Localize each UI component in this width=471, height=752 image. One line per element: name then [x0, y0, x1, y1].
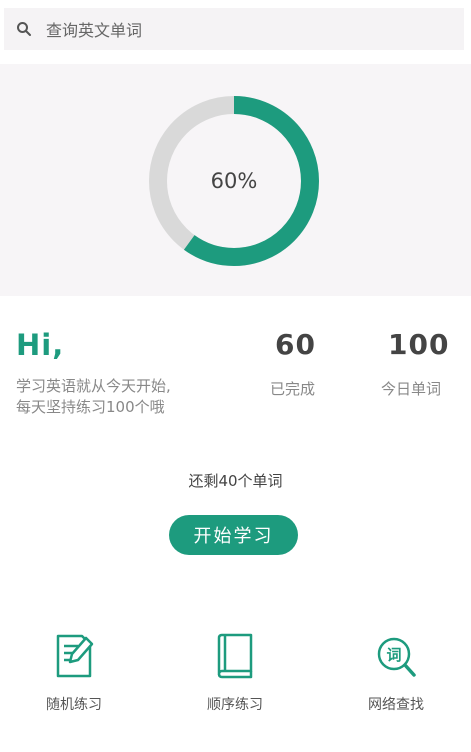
greeting-title: Hi,: [16, 328, 65, 362]
nav-web-search-label: 网络查找: [368, 697, 424, 713]
remaining-words: 还剩40个单词: [188, 472, 283, 490]
greeting-line-2: 每天坚持练习100个哦: [16, 398, 165, 416]
nav-sequential-practice[interactable]: 顺序练习: [175, 632, 295, 714]
search-icon: [17, 22, 31, 36]
start-learning-button[interactable]: 开始学习: [169, 515, 298, 555]
note-edit-icon: [56, 634, 94, 678]
nav-random-practice[interactable]: 随机练习: [14, 632, 134, 714]
progress-panel: 60%: [0, 64, 471, 296]
completed-label: 已完成: [270, 380, 316, 398]
search-bar[interactable]: 查询英文单词: [4, 8, 464, 50]
today-words-count: 100: [388, 328, 450, 361]
progress-percent: 60%: [210, 169, 258, 193]
greeting-message: 学习英语就从今天开始, 每天坚持练习100个哦: [16, 376, 171, 418]
today-words-label: 今日单词: [381, 380, 442, 398]
greeting-line-1: 学习英语就从今天开始,: [16, 377, 171, 395]
nav-web-search[interactable]: 词 网络查找: [336, 632, 456, 714]
svg-text:词: 词: [386, 646, 401, 664]
search-input[interactable]: 查询英文单词: [46, 17, 142, 41]
book-icon: [217, 633, 253, 679]
nav-random-practice-label: 随机练习: [46, 697, 102, 713]
word-search-icon: 词: [377, 637, 416, 677]
nav-sequential-practice-label: 顺序练习: [207, 697, 263, 713]
completed-count: 60: [275, 328, 316, 361]
